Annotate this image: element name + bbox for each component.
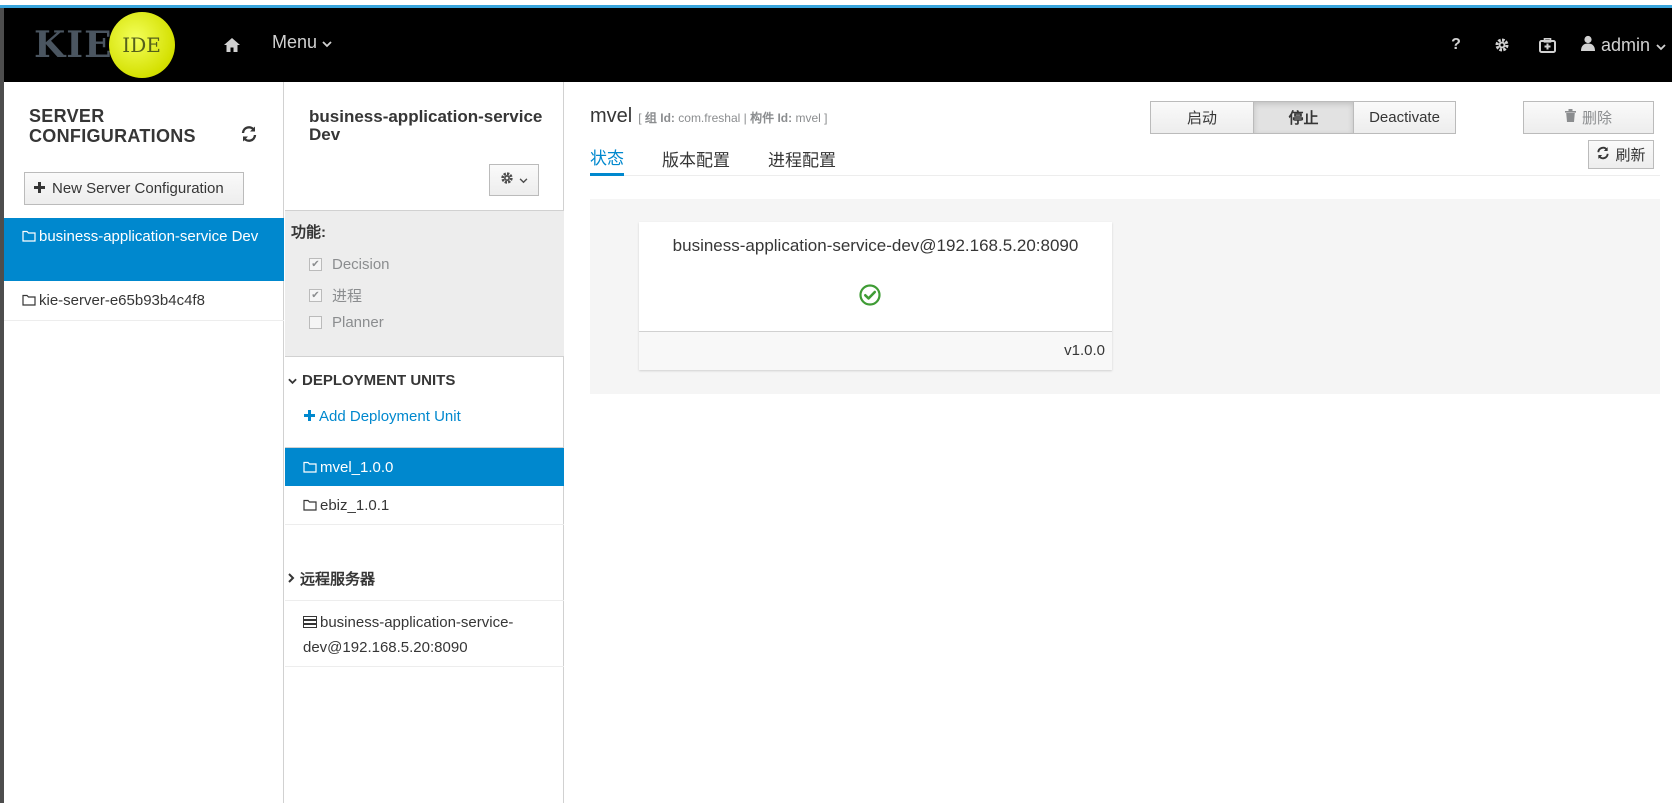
server-configurations-panel: SERVER CONFIGURATIONS New Server Configu… — [4, 82, 284, 803]
tab-process-config[interactable]: 进程配置 — [768, 140, 836, 176]
checkbox-checked: ✔ — [309, 289, 322, 302]
menu-label: Menu — [272, 32, 318, 52]
new-server-configuration-label: New Server Configuration — [52, 180, 224, 197]
server-config-item-kie-server[interactable]: kie-server-e65b93b4c4f8 — [4, 281, 284, 321]
folder-icon — [303, 499, 317, 511]
server-icon — [303, 616, 317, 628]
trash-icon — [1564, 109, 1576, 126]
status-panel: business-application-service-dev@192.168… — [590, 199, 1660, 394]
logo-text: KIE — [34, 24, 113, 66]
gear-icon — [500, 171, 514, 190]
chevron-down-icon — [288, 372, 297, 389]
user-name: admin — [1600, 34, 1650, 55]
home-icon[interactable] — [220, 33, 244, 57]
tab-status[interactable]: 状态 — [590, 140, 624, 176]
group-id-value: com.freshal — [678, 111, 741, 125]
divider — [285, 666, 564, 667]
server-config-detail-panel: business-application-service Dev 功能: ✔ D… — [285, 82, 564, 803]
deployment-units-header: DEPLOYMENT UNITS — [302, 372, 456, 389]
deployment-unit-label: ebiz_1.0.1 — [320, 496, 390, 514]
refresh-icon[interactable] — [240, 125, 260, 145]
checkbox-checked: ✔ — [309, 258, 322, 271]
navbar: KIE IDE Menu ? admin — [4, 8, 1672, 82]
help-label: ? — [1451, 36, 1461, 53]
features-label: 功能: — [291, 224, 326, 241]
chevron-right-icon — [288, 570, 295, 587]
title-line2: CONFIGURATIONS — [29, 126, 196, 146]
deployment-units-toggle[interactable]: DEPLOYMENT UNITS — [288, 372, 455, 389]
checkbox-unchecked — [309, 316, 322, 329]
deployment-unit-mvel[interactable]: mvel_1.0.0 — [285, 448, 564, 486]
ok-icon — [858, 283, 882, 307]
container-meta: [ 组 Id: com.freshal | 构件 Id: mvel ] — [638, 109, 827, 126]
deactivate-button[interactable]: Deactivate — [1353, 101, 1456, 134]
folder-icon — [303, 461, 317, 473]
user-icon — [1580, 35, 1595, 56]
gear-icon[interactable] — [1479, 8, 1525, 82]
delete-button[interactable]: 删除 — [1523, 101, 1654, 134]
start-button[interactable]: 启动 — [1150, 101, 1254, 134]
artifact-id-value: mvel — [795, 111, 821, 125]
title-line1: SERVER — [29, 106, 105, 126]
meta-close: ] — [824, 111, 828, 125]
medkit-icon[interactable] — [1525, 8, 1571, 82]
help-icon[interactable]: ? — [1433, 8, 1479, 82]
navbar-utility: ? admin — [1433, 8, 1672, 82]
feature-decision: ✔ Decision — [309, 256, 390, 273]
user-menu[interactable]: admin — [1571, 8, 1672, 82]
server-config-label: business-application-service Dev — [39, 228, 259, 245]
remote-servers-toggle[interactable]: 远程服务器 — [288, 568, 375, 589]
server-instance-title: business-application-service-dev@192.168… — [672, 236, 1079, 255]
divider — [285, 600, 564, 601]
logo-badge: IDE — [108, 12, 175, 78]
server-instance-card[interactable]: business-application-service-dev@192.168… — [639, 222, 1112, 370]
feature-label: Decision — [332, 256, 390, 273]
chevron-down-icon — [1656, 35, 1666, 56]
features-section: 功能: ✔ Decision ✔ 进程 Planner — [285, 210, 564, 357]
plus-icon — [304, 408, 315, 425]
folder-icon — [22, 230, 36, 242]
server-config-label: kie-server-e65b93b4c4f8 — [39, 292, 205, 309]
remote-server-label: business-application-service-dev@192.168… — [303, 614, 514, 656]
new-server-configuration-button[interactable]: New Server Configuration — [24, 172, 244, 205]
deployment-unit-label: mvel_1.0.0 — [320, 458, 394, 476]
kie-ide-logo[interactable]: KIE IDE — [34, 12, 175, 78]
chevron-down-icon — [322, 32, 332, 53]
meta-separator: | — [743, 111, 747, 125]
add-deployment-unit-link[interactable]: Add Deployment Unit — [304, 408, 461, 425]
top-accent-stripe — [0, 0, 1672, 8]
container-detail: mvel [ 组 Id: com.freshal | 构件 Id: mvel ]… — [565, 82, 1672, 803]
add-deployment-unit-label: Add Deployment Unit — [319, 408, 461, 425]
container-tabs: 状态 版本配置 进程配置 — [590, 140, 1660, 176]
delete-label: 删除 — [1581, 110, 1612, 127]
group-id-label: 组 Id: — [644, 111, 675, 125]
feature-label: Planner — [332, 314, 384, 331]
stop-button[interactable]: 停止 — [1253, 101, 1354, 134]
artifact-id-label: 构件 Id: — [750, 111, 793, 125]
deployment-unit-ebiz[interactable]: ebiz_1.0.1 — [285, 486, 564, 525]
feature-planner: Planner — [309, 314, 384, 331]
meta-open: [ — [638, 111, 642, 125]
server-instance-version: v1.0.0 — [639, 331, 1112, 370]
remote-servers-header: 远程服务器 — [300, 571, 376, 588]
server-configurations-title: SERVER CONFIGURATIONS — [29, 106, 196, 146]
plus-icon — [34, 180, 45, 197]
container-name: mvel — [590, 105, 633, 127]
container-state-buttons: 启动 停止 Deactivate — [1150, 101, 1456, 134]
menu-dropdown[interactable]: Menu — [272, 32, 332, 53]
folder-icon — [22, 294, 36, 306]
remote-server-item[interactable]: business-application-service-dev@192.168… — [303, 610, 553, 660]
server-config-item-business-application-service-dev[interactable]: business-application-service Dev — [4, 218, 284, 281]
tab-version-config[interactable]: 版本配置 — [662, 140, 730, 176]
config-settings-dropdown[interactable] — [489, 164, 539, 196]
chevron-down-icon — [519, 171, 528, 189]
config-title: business-application-service Dev — [309, 107, 543, 144]
container-title: mvel [ 组 Id: com.freshal | 构件 Id: mvel ] — [590, 105, 827, 128]
feature-process: ✔ 进程 — [309, 285, 362, 306]
feature-label: 进程 — [332, 288, 363, 305]
